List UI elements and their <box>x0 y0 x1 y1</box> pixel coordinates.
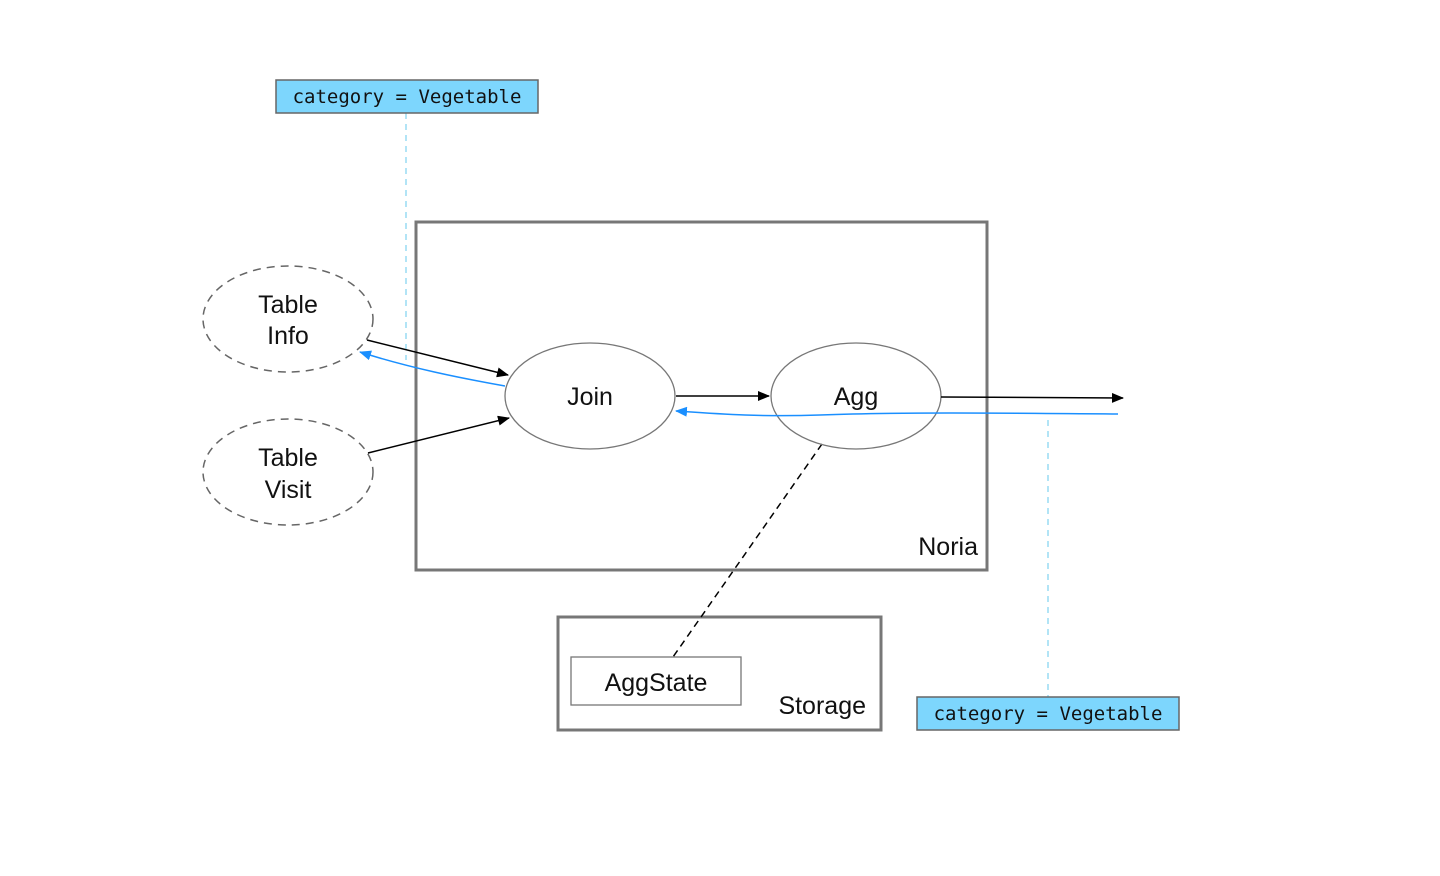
join-label: Join <box>567 383 613 411</box>
storage-label: Storage <box>778 692 866 720</box>
edge-agg-to-output <box>940 392 1124 403</box>
top-filter-tag[interactable]: category = Vegetable <box>275 79 539 114</box>
agg-state-link <box>672 443 823 658</box>
bottom-filter-text: category = Vegetable <box>934 703 1163 725</box>
dataflow-diagram: Noria Storage AggState Table Info Table … <box>202 79 1180 732</box>
table-info-label-line2: Info <box>267 322 309 350</box>
agg-state-label: AggState <box>605 669 708 697</box>
noria-label: Noria <box>918 533 978 561</box>
agg-state-node[interactable]: AggState <box>570 656 742 706</box>
table-info-node[interactable]: Table Info <box>202 265 374 373</box>
top-filter-text: category = Vegetable <box>293 86 522 108</box>
edge-visit-to-join <box>367 415 510 454</box>
edge-info-to-join <box>366 339 509 378</box>
join-node[interactable]: Join <box>504 342 676 450</box>
table-visit-node[interactable]: Table Visit <box>202 418 374 526</box>
agg-node[interactable]: Agg <box>770 342 942 450</box>
agg-label: Agg <box>834 383 878 411</box>
table-visit-label-line1: Table <box>258 444 318 472</box>
upquery-output-to-join <box>675 406 1119 417</box>
table-visit-label-line2: Visit <box>265 476 312 504</box>
table-info-label-line1: Table <box>258 291 318 319</box>
bottom-filter-tag[interactable]: category = Vegetable <box>916 696 1180 731</box>
